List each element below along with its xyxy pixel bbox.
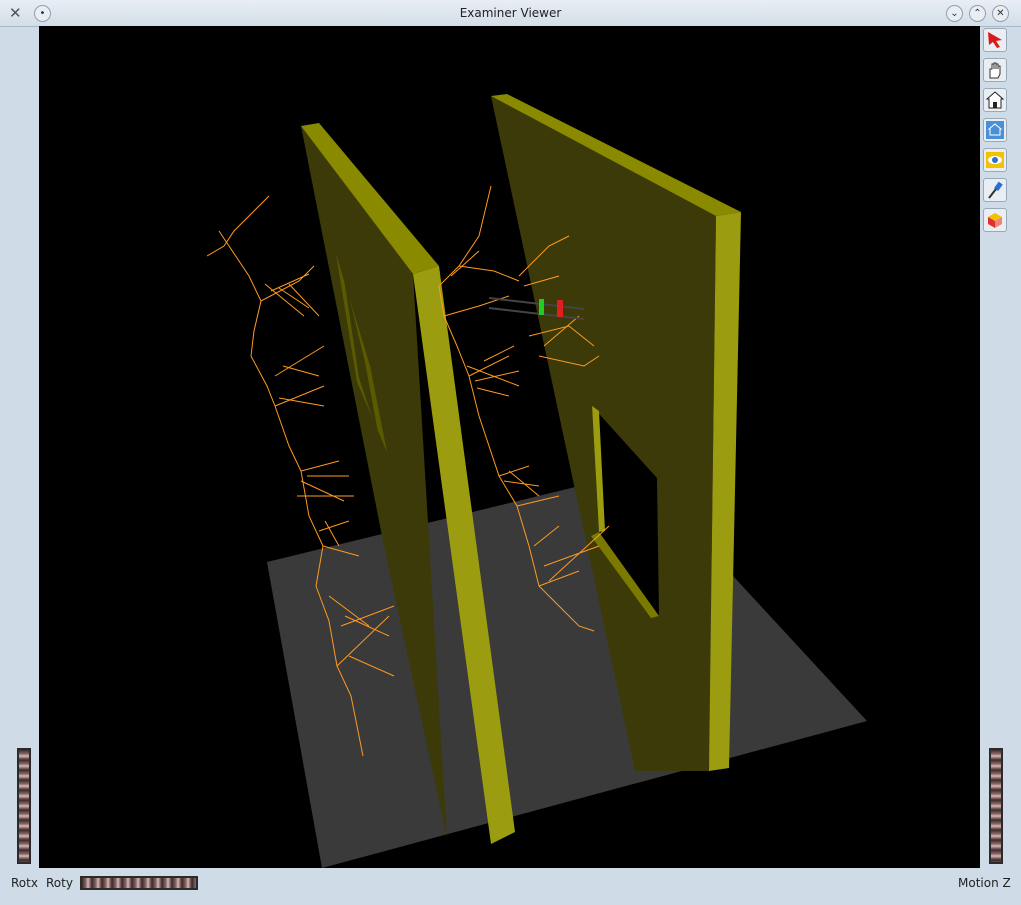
rotx-label: Rotx bbox=[11, 876, 38, 890]
window-title: Examiner Viewer bbox=[459, 6, 562, 20]
view-all-icon[interactable] bbox=[983, 148, 1007, 172]
roty-label: Roty bbox=[46, 876, 73, 890]
viewer-toolbar bbox=[983, 28, 1009, 238]
3d-viewport[interactable] bbox=[39, 26, 980, 868]
roty-thumbwheel[interactable] bbox=[80, 876, 198, 890]
close-icon[interactable]: ✕ bbox=[992, 5, 1009, 22]
motionz-thumbwheel[interactable] bbox=[989, 748, 1003, 864]
select-arrow-icon[interactable] bbox=[983, 28, 1007, 52]
floor-plane bbox=[267, 472, 867, 868]
motionz-label: Motion Z bbox=[958, 876, 1011, 890]
hand-icon[interactable] bbox=[983, 58, 1007, 82]
home-icon[interactable] bbox=[983, 88, 1007, 112]
examiner-viewer-window: ✕ • Examiner Viewer ⌄ ⌃ ✕ Rotx Roty Moti… bbox=[0, 0, 1021, 905]
set-home-icon[interactable] bbox=[983, 118, 1007, 142]
minimize-icon[interactable]: ⌄ bbox=[946, 5, 963, 22]
seek-icon[interactable] bbox=[983, 178, 1007, 202]
rotx-thumbwheel[interactable] bbox=[17, 748, 31, 864]
scene-render bbox=[206, 94, 867, 868]
projection-icon[interactable] bbox=[983, 208, 1007, 232]
maximize-icon[interactable]: ⌃ bbox=[969, 5, 986, 22]
title-bar[interactable]: ✕ • Examiner Viewer ⌄ ⌃ ✕ bbox=[0, 0, 1021, 27]
